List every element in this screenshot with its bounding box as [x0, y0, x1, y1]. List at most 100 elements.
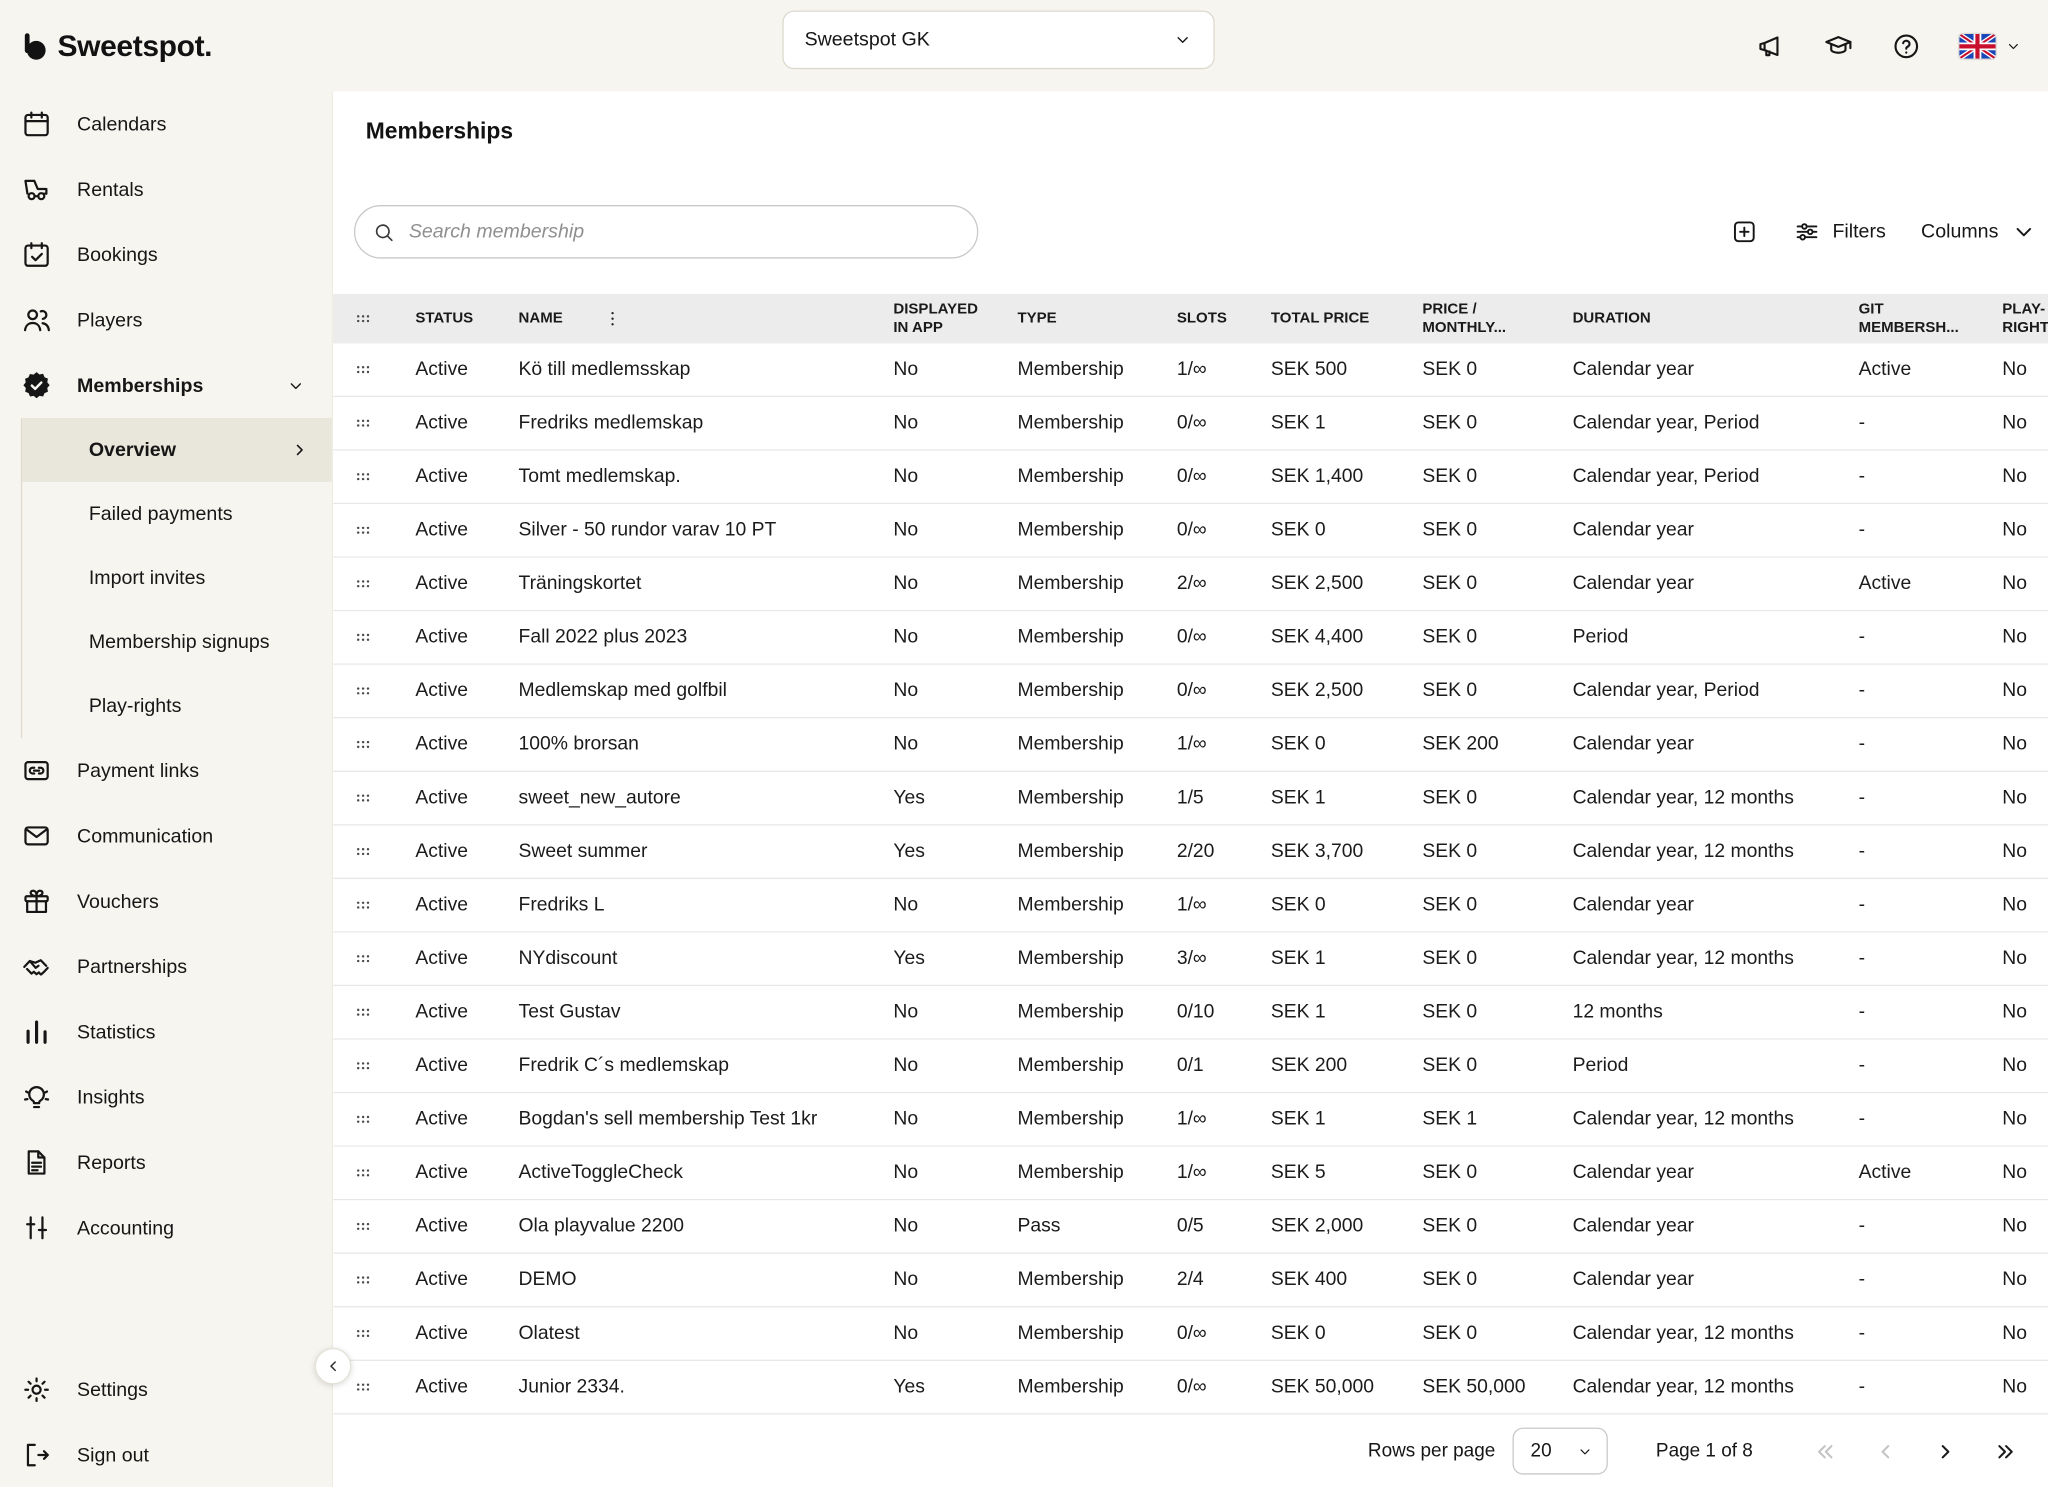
table-row[interactable]: ActiveSweet summerYesMembership2/20SEK 3…: [333, 825, 2048, 879]
table-row[interactable]: ActiveDEMONoMembership2/4SEK 400SEK 0Cal…: [333, 1254, 2048, 1308]
table-row[interactable]: ActiveMedlemskap med golfbilNoMembership…: [333, 665, 2048, 719]
next-page-button[interactable]: [1915, 1425, 1975, 1477]
sidebar-item-bookings[interactable]: Bookings: [0, 222, 332, 287]
table-header: STATUSNAMEDISPLAYED IN APPTYPESLOTSTOTAL…: [333, 294, 2048, 344]
table-row[interactable]: ActiveSilver - 50 rundor varav 10 PTNoMe…: [333, 504, 2048, 558]
sidebar-item-label: Players: [77, 309, 142, 331]
table-row[interactable]: ActiveFredrik C´s medlemskapNoMembership…: [333, 1040, 2048, 1094]
plus-square-icon: [1731, 218, 1758, 245]
row-drag-handle[interactable]: [333, 1161, 393, 1185]
column-header-status[interactable]: STATUS: [393, 294, 496, 344]
drag-icon: [351, 893, 375, 917]
sidebar-item-communication[interactable]: Communication: [0, 803, 332, 868]
previous-page-button[interactable]: [1855, 1425, 1915, 1477]
table-row[interactable]: ActiveTräningskortetNoMembership2/∞SEK 2…: [333, 558, 2048, 612]
row-drag-handle[interactable]: [333, 840, 393, 864]
table-row[interactable]: ActiveFall 2022 plus 2023NoMembership0/∞…: [333, 611, 2048, 665]
column-header-git_membership[interactable]: GIT MEMBERSH...: [1836, 294, 1980, 344]
table-row[interactable]: ActiveOlatestNoMembership0/∞SEK 0SEK 0Ca…: [333, 1307, 2048, 1361]
row-drag-handle[interactable]: [333, 786, 393, 810]
table-row[interactable]: ActiveActiveToggleCheckNoMembership1/∞SE…: [333, 1147, 2048, 1201]
table-row[interactable]: ActiveTest GustavNoMembership0/10SEK 1SE…: [333, 986, 2048, 1040]
row-drag-handle[interactable]: [333, 1322, 393, 1346]
cell-git_membership: -: [1836, 1109, 1980, 1130]
cell-status: Active: [393, 895, 496, 916]
table-row[interactable]: ActiveTomt medlemskap.NoMembership0/∞SEK…: [333, 451, 2048, 505]
row-drag-handle[interactable]: [333, 465, 393, 489]
table-row[interactable]: ActiveFredriks LNoMembership1/∞SEK 0SEK …: [333, 879, 2048, 933]
table-row[interactable]: ActiveJunior 2334.YesMembership0/∞SEK 50…: [333, 1361, 2048, 1415]
row-drag-handle[interactable]: [333, 1215, 393, 1239]
sidebar-item-payment-links[interactable]: Payment links: [0, 738, 332, 803]
sidebar-item-calendars[interactable]: Calendars: [0, 91, 332, 156]
sidebar-item-rentals[interactable]: Rentals: [0, 157, 332, 222]
sidebar-item-statistics[interactable]: Statistics: [0, 999, 332, 1064]
add-membership-button[interactable]: [1731, 218, 1758, 245]
row-drag-handle[interactable]: [333, 947, 393, 971]
table-row[interactable]: Active100% brorsanNoMembership1/∞SEK 0SE…: [333, 718, 2048, 772]
table-row[interactable]: ActiveKö till medlemsskapNoMembership1/∞…: [333, 344, 2048, 398]
row-drag-handle[interactable]: [333, 1268, 393, 1292]
first-page-button[interactable]: [1795, 1425, 1855, 1477]
column-header-duration[interactable]: DURATION: [1550, 294, 1836, 344]
sidebar-collapse-button[interactable]: [315, 1348, 352, 1385]
table-row[interactable]: ActiveBogdan's sell membership Test 1krN…: [333, 1093, 2048, 1147]
sidebar-item-partnerships[interactable]: Partnerships: [0, 934, 332, 999]
column-header-type[interactable]: TYPE: [995, 294, 1154, 344]
help-button[interactable]: [1891, 31, 1921, 61]
row-drag-handle[interactable]: [333, 679, 393, 703]
column-header-play_right[interactable]: PLAY-RIGHT: [1980, 294, 2048, 344]
sidebar-item-memberships[interactable]: Memberships: [0, 353, 332, 418]
sidebar-subitem-play-rights[interactable]: Play-rights: [22, 674, 332, 738]
sidebar-item-reports[interactable]: Reports: [0, 1130, 332, 1195]
column-header-price_monthly[interactable]: PRICE / MONTHLY...: [1400, 294, 1550, 344]
filters-button[interactable]: Filters: [1793, 218, 1886, 245]
sidebar-item-vouchers[interactable]: Vouchers: [0, 869, 332, 934]
rows-per-page-select[interactable]: 20: [1512, 1428, 1607, 1475]
club-selector[interactable]: Sweetspot GK: [782, 10, 1214, 69]
row-drag-handle[interactable]: [333, 411, 393, 435]
column-options-icon[interactable]: [602, 308, 623, 329]
row-drag-handle[interactable]: [333, 733, 393, 757]
sidebar-subitem-import-invites[interactable]: Import invites: [22, 546, 332, 610]
search-input[interactable]: [409, 221, 964, 243]
sidebar-item-settings[interactable]: Settings: [0, 1357, 332, 1422]
row-drag-handle[interactable]: [333, 519, 393, 543]
cell-total_price: SEK 1: [1249, 413, 1401, 434]
cell-status: Active: [393, 627, 496, 648]
column-header-total_price[interactable]: TOTAL PRICE: [1249, 294, 1401, 344]
sign-out-icon: [21, 1439, 52, 1470]
table-row[interactable]: ActiveOla playvalue 2200NoPass0/5SEK 2,0…: [333, 1200, 2048, 1254]
cell-name: Medlemskap med golfbil: [496, 680, 871, 701]
academy-button[interactable]: [1823, 31, 1853, 61]
announcements-button[interactable]: [1755, 31, 1785, 61]
sidebar-item-label: Bookings: [77, 244, 158, 266]
columns-button[interactable]: Columns: [1921, 218, 2037, 245]
table-row[interactable]: ActiveFredriks medlemskapNoMembership0/∞…: [333, 397, 2048, 451]
cell-name: Träningskortet: [496, 573, 871, 594]
last-page-button[interactable]: [1975, 1425, 2035, 1477]
column-header-slots[interactable]: SLOTS: [1155, 294, 1249, 344]
language-selector[interactable]: [1959, 33, 2022, 58]
column-header-name[interactable]: NAME: [496, 294, 871, 344]
row-drag-handle[interactable]: [333, 1000, 393, 1024]
row-drag-handle[interactable]: [333, 1108, 393, 1132]
sidebar-item-players[interactable]: Players: [0, 287, 332, 352]
row-drag-handle[interactable]: [333, 893, 393, 917]
row-drag-handle[interactable]: [333, 1054, 393, 1078]
row-drag-handle[interactable]: [333, 572, 393, 596]
sidebar-subitem-membership-signups[interactable]: Membership signups: [22, 610, 332, 674]
table-row[interactable]: ActiveNYdiscountYesMembership3/∞SEK 1SEK…: [333, 933, 2048, 987]
row-drag-handle[interactable]: [333, 358, 393, 382]
sidebar-subitem-failed-payments[interactable]: Failed payments: [22, 482, 332, 546]
sidebar-subitem-overview[interactable]: Overview: [22, 418, 332, 482]
row-drag-handle[interactable]: [333, 626, 393, 650]
sidebar-item-sign-out[interactable]: Sign out: [0, 1422, 332, 1487]
sidebar-item-accounting[interactable]: Accounting: [0, 1195, 332, 1260]
sidebar-subitem-label: Membership signups: [89, 631, 270, 653]
sidebar-item-insights[interactable]: Insights: [0, 1064, 332, 1129]
column-header-displayed_in_app[interactable]: DISPLAYED IN APP: [871, 294, 995, 344]
club-selector-value: Sweetspot GK: [805, 29, 930, 51]
table-row[interactable]: Activesweet_new_autoreYesMembership1/5SE…: [333, 772, 2048, 826]
app-logo[interactable]: Sweetspot.: [18, 28, 212, 63]
